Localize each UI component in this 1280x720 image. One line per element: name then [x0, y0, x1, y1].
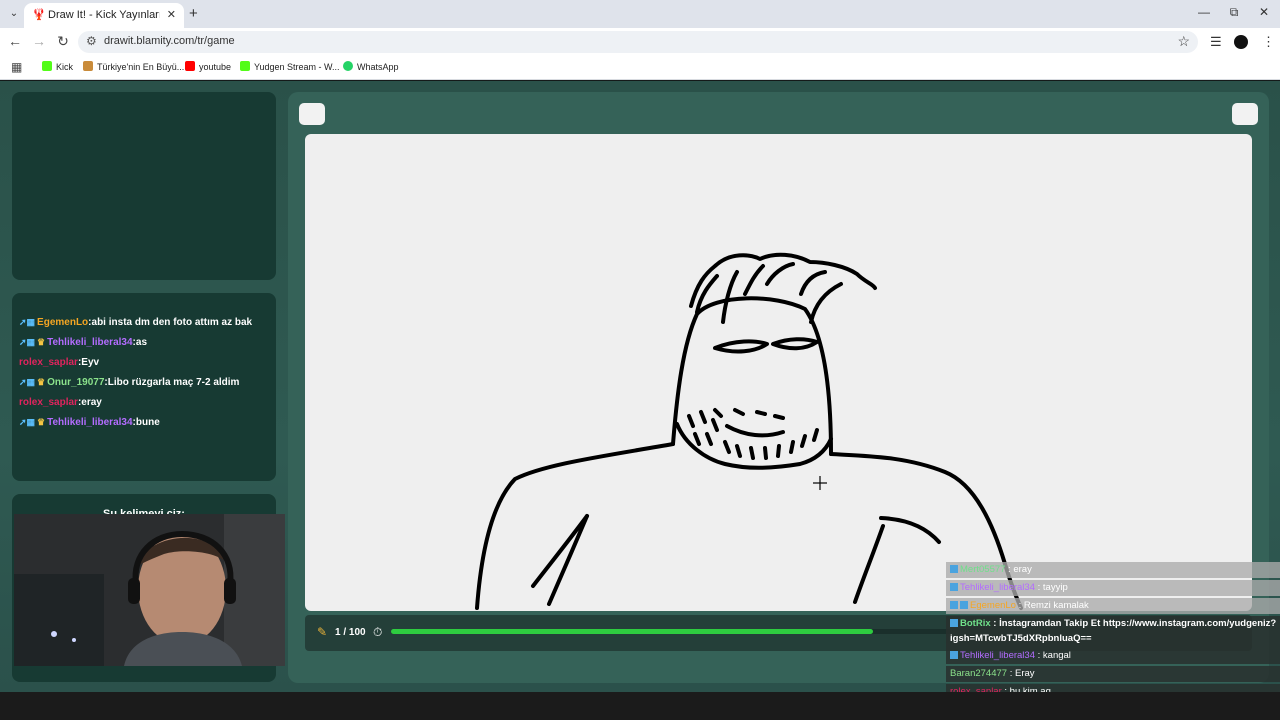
- stream-preview-panel: [12, 92, 276, 280]
- new-tab-icon[interactable]: +: [189, 5, 198, 22]
- badge-icon: [950, 565, 958, 573]
- crosshair-cursor-icon: [813, 476, 827, 490]
- tab-bar: ⌄ 🦞 Draw It! - Kick Yayınları İçin Çiz ✕…: [0, 0, 1280, 28]
- overlay-chat-message: EgemenLo : Remzi kamalak: [946, 598, 1280, 614]
- badge-icon: [960, 601, 968, 609]
- drawing-svg: [475, 252, 1023, 610]
- crown-icon: ♛: [37, 337, 46, 347]
- bookmark-star-icon[interactable]: ☆: [1177, 33, 1190, 50]
- chat-message: rolex_saplar:eray: [19, 397, 102, 408]
- more-menu-icon[interactable]: ⋮: [1262, 34, 1275, 50]
- site-icon: [83, 61, 93, 71]
- tab-close-icon[interactable]: ✕: [167, 8, 176, 21]
- address-bar[interactable]: ⚙ drawit.blamity.com/tr/game ☆: [78, 31, 1198, 53]
- chat-message: ➚▦ EgemenLo:abi insta dm den foto attım a…: [19, 317, 253, 328]
- kick-icon: [240, 61, 250, 71]
- forward-icon[interactable]: →: [30, 33, 48, 49]
- tab-title: Draw It! - Kick Yayınları İçin Çiz: [48, 9, 160, 21]
- site-info-icon[interactable]: ⚙: [86, 34, 97, 48]
- kick-icon: [42, 61, 52, 71]
- reload-icon[interactable]: ↻: [54, 33, 72, 50]
- timer-fill: [391, 629, 873, 634]
- back-icon[interactable]: ←: [6, 33, 24, 49]
- badge-icon: [950, 601, 958, 609]
- profile-avatar-icon[interactable]: [1234, 35, 1248, 49]
- sword-badge-icon: ➚▦: [19, 337, 36, 347]
- left-square-button[interactable]: [299, 103, 325, 125]
- badge-icon: [950, 651, 958, 659]
- apps-grid-icon[interactable]: ▦: [11, 60, 22, 74]
- bookmark-youtube[interactable]: youtube: [185, 61, 231, 72]
- bookmark-kick[interactable]: Kick: [42, 61, 73, 72]
- tab-search-chevron-icon[interactable]: ⌄: [6, 6, 22, 22]
- taskbar: [0, 692, 1280, 720]
- minimize-icon[interactable]: —: [1194, 5, 1214, 19]
- restore-icon[interactable]: ⧉: [1224, 5, 1244, 20]
- overlay-chat-message: Baran274477 : Eray: [946, 666, 1280, 682]
- webcam-image: [14, 514, 285, 666]
- overlay-chat-message: Tehlikeli_liberal34 : tayyip: [946, 580, 1280, 596]
- bot-badge-icon: [950, 619, 958, 627]
- right-square-button[interactable]: [1232, 103, 1258, 125]
- overlay-chat-message: Mert05577 : eray: [946, 562, 1280, 578]
- webcam-overlay: [14, 514, 285, 666]
- timer-track: [391, 629, 951, 634]
- chat-message: ➚▦ ♛ Onur_19077:Libo rüzgarla maç 7-2 aldi…: [19, 377, 240, 388]
- drawit-favicon-icon: 🦞: [32, 9, 46, 21]
- round-counter: 1 / 100: [335, 627, 366, 638]
- overlay-chat-message: Tehlikeli_liberal34 : kangal: [946, 648, 1280, 664]
- whatsapp-icon: [343, 61, 353, 71]
- timer-icon: ⏱: [373, 625, 383, 639]
- browser-tab[interactable]: 🦞 Draw It! - Kick Yayınları İçin Çiz ✕: [24, 3, 184, 28]
- overlay-chat-message: BotRix : İnstagramdan Takip Et https://w…: [946, 616, 1280, 648]
- chat-panel: ➚▦ EgemenLo:abi insta dm den foto attım a…: [12, 293, 276, 481]
- bookmark-turkiye[interactable]: Türkiye'nin En Büyü...: [83, 61, 184, 72]
- url-text[interactable]: drawit.blamity.com/tr/game: [104, 35, 235, 47]
- chat-message: ➚▦ ♛ Tehlikeli_liberal34:bune: [19, 417, 160, 428]
- crown-icon: ♛: [37, 377, 46, 387]
- chat-message: rolex_saplar:Eyv: [19, 357, 100, 368]
- bookmarks-bar: ▦ Kick Türkiye'nin En Büyü... youtube Yu…: [0, 56, 1280, 80]
- sword-badge-icon: ➚▦: [19, 377, 36, 387]
- sword-badge-icon: ➚▦: [19, 317, 36, 327]
- sword-badge-icon: ➚▦: [19, 417, 36, 427]
- window-close-icon[interactable]: ✕: [1254, 5, 1274, 19]
- bookmark-yudgen[interactable]: Yudgen Stream - W...: [240, 61, 340, 72]
- pencil-icon: ✎: [317, 625, 328, 639]
- badge-icon: [950, 583, 958, 591]
- browser-toolbar: ← → ↻ ⚙ drawit.blamity.com/tr/game ☆ ☰: [0, 28, 1280, 56]
- drawing-canvas[interactable]: [305, 134, 1252, 611]
- crown-icon: ♛: [37, 417, 46, 427]
- youtube-icon: [185, 61, 195, 71]
- bookmark-whatsapp[interactable]: WhatsApp: [343, 61, 399, 72]
- chat-message: ➚▦ ♛ Tehlikeli_liberal34:as: [19, 337, 148, 348]
- media-control-icon[interactable]: ☰: [1210, 34, 1222, 50]
